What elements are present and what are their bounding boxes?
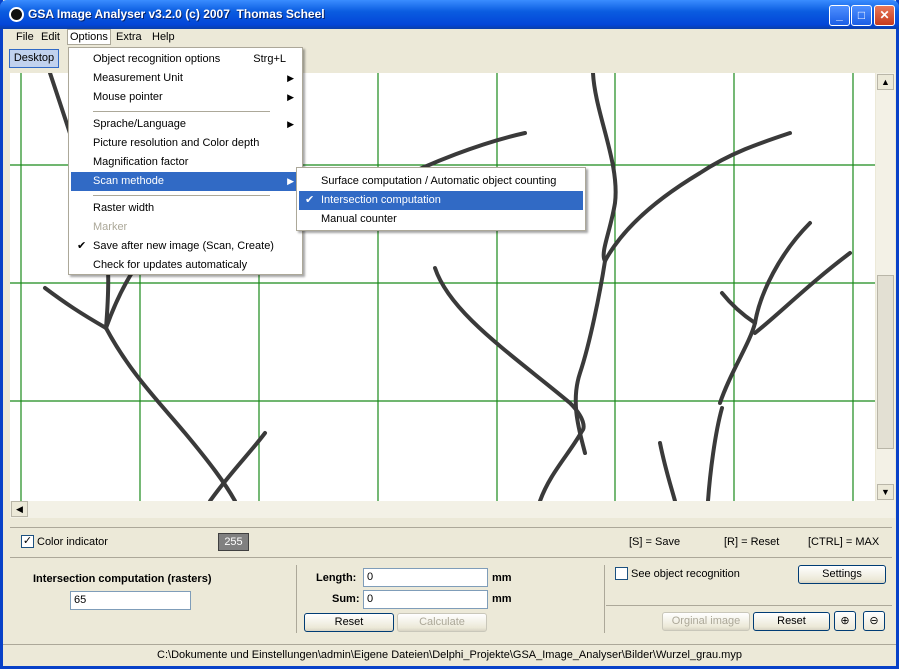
- horizontal-scrollbar[interactable]: ◀: [10, 501, 895, 518]
- menu-item-label: Object recognition options: [93, 53, 221, 65]
- menu-item-label: Magnification factor: [93, 156, 189, 168]
- see-object-label: See object recognition: [631, 568, 740, 580]
- app-window: GSA Image Analyser v3.2.0 (c) 2007 Thoma…: [0, 0, 899, 669]
- menu-item-measurement-unit[interactable]: Measurement Unit ▶: [71, 69, 300, 88]
- vertical-scroll-thumb[interactable]: [877, 275, 894, 449]
- menu-item-scan-method[interactable]: Scan methode ▶: [71, 172, 300, 191]
- menu-extra[interactable]: Extra: [116, 31, 142, 43]
- submenu-arrow-icon: ▶: [287, 92, 294, 102]
- status-bar: C:\Dokumente und Einstellungen\admin\Eig…: [3, 644, 896, 666]
- sum-label: Sum:: [332, 593, 360, 605]
- menu-item-label: Marker: [93, 221, 128, 233]
- app-logo-icon: [9, 7, 24, 22]
- menu-item-language[interactable]: Sprache/Language ▶: [71, 115, 300, 134]
- menu-separator: [93, 195, 270, 196]
- menu-item-manual-counter[interactable]: Manual counter: [299, 210, 583, 229]
- mode-label: Intersection computation (rasters): [33, 573, 212, 585]
- menu-item-label: Save after new image (Scan, Create): [93, 240, 274, 252]
- sum-unit: mm: [492, 593, 512, 605]
- submenu-arrow-icon: ▶: [287, 73, 294, 83]
- menu-item-label: Manual counter: [321, 213, 397, 225]
- divider: [10, 527, 892, 528]
- length-unit: mm: [492, 572, 512, 584]
- divider: [606, 605, 892, 606]
- menu-item-surface-computation[interactable]: Surface computation / Automatic object c…: [299, 172, 583, 191]
- hint-reset: [R] = Reset: [724, 536, 780, 548]
- menu-item-label: Intersection computation: [321, 194, 441, 206]
- hint-save: [S] = Save: [629, 536, 681, 548]
- close-button[interactable]: ✕: [874, 5, 895, 26]
- zoom-in-icon[interactable]: ⊕: [834, 611, 856, 631]
- menu-separator: [93, 111, 270, 112]
- zoom-out-icon[interactable]: ⊖: [863, 611, 885, 631]
- menu-help[interactable]: Help: [152, 31, 175, 43]
- divider: [10, 557, 892, 558]
- reset-image-button[interactable]: Reset: [753, 612, 830, 631]
- vertical-scrollbar[interactable]: ▲ ▼: [876, 73, 895, 501]
- menu-item-label: Raster width: [93, 202, 155, 214]
- menu-item-label: Sprache/Language: [93, 118, 186, 130]
- menu-item-label: Mouse pointer: [93, 91, 163, 103]
- menu-item-picture-resolution[interactable]: Picture resolution and Color depth: [71, 134, 300, 153]
- menu-item-label: Surface computation / Automatic object c…: [321, 175, 557, 187]
- see-object-checkbox[interactable]: [615, 567, 628, 580]
- color-indicator-checkbox[interactable]: ✓: [21, 535, 34, 548]
- menu-bar: File Edit Options Extra Help: [3, 29, 896, 47]
- length-field[interactable]: 0: [363, 568, 488, 587]
- mode-value-field[interactable]: 65: [70, 591, 191, 610]
- color-indicator-label: Color indicator: [37, 536, 108, 548]
- menu-item-object-recognition[interactable]: Object recognition options Strg+L: [71, 50, 300, 69]
- menu-item-label: Scan methode: [93, 175, 164, 187]
- menu-item-label: Measurement Unit: [93, 72, 183, 84]
- scroll-left-icon[interactable]: ◀: [11, 501, 28, 517]
- submenu-arrow-icon: ▶: [287, 119, 294, 129]
- menu-item-magnification[interactable]: Magnification factor: [71, 153, 300, 172]
- scan-method-submenu: Surface computation / Automatic object c…: [296, 167, 586, 231]
- maximize-button[interactable]: □: [851, 5, 872, 26]
- divider: [604, 565, 605, 633]
- settings-button[interactable]: Settings: [798, 565, 886, 584]
- minimize-button[interactable]: _: [829, 5, 850, 26]
- color-value-display: 255: [218, 533, 249, 551]
- menu-item-label: Check for updates automaticaly: [93, 259, 248, 271]
- submenu-arrow-icon: ▶: [287, 176, 294, 186]
- calculate-button[interactable]: Calculate: [397, 613, 487, 632]
- menu-item-intersection-computation[interactable]: ✔ Intersection computation: [299, 191, 583, 210]
- menu-item-label: Picture resolution and Color depth: [93, 137, 260, 149]
- title-bar: GSA Image Analyser v3.2.0 (c) 2007 Thoma…: [0, 0, 899, 29]
- menu-item-mouse-pointer[interactable]: Mouse pointer ▶: [71, 88, 300, 107]
- desktop-button[interactable]: Desktop: [9, 49, 59, 68]
- checkmark-icon: ✔: [305, 194, 315, 206]
- menu-item-check-updates[interactable]: Check for updates automaticaly: [71, 256, 300, 275]
- length-label: Length:: [316, 572, 357, 584]
- menu-options[interactable]: Options: [67, 29, 111, 45]
- original-image-button[interactable]: Orginal image: [662, 612, 750, 631]
- checkmark-icon: ✔: [77, 240, 87, 252]
- menu-item-save-after[interactable]: ✔ Save after new image (Scan, Create): [71, 237, 300, 256]
- hint-max: [CTRL] = MAX: [808, 536, 880, 548]
- menu-item-shortcut: Strg+L: [253, 53, 286, 65]
- reset-button[interactable]: Reset: [304, 613, 394, 632]
- status-path: C:\Dokumente und Einstellungen\admin\Eig…: [157, 649, 742, 661]
- menu-item-marker: Marker: [71, 218, 300, 237]
- scroll-down-icon[interactable]: ▼: [877, 484, 894, 500]
- scroll-up-icon[interactable]: ▲: [877, 74, 894, 90]
- menu-file[interactable]: File: [16, 31, 34, 43]
- divider: [296, 565, 297, 633]
- window-title: GSA Image Analyser v3.2.0 (c) 2007 Thoma…: [28, 7, 325, 21]
- menu-edit[interactable]: Edit: [41, 31, 60, 43]
- sum-field[interactable]: 0: [363, 590, 488, 609]
- menu-item-raster-width[interactable]: Raster width: [71, 199, 300, 218]
- options-dropdown: Object recognition options Strg+L Measure…: [68, 47, 303, 275]
